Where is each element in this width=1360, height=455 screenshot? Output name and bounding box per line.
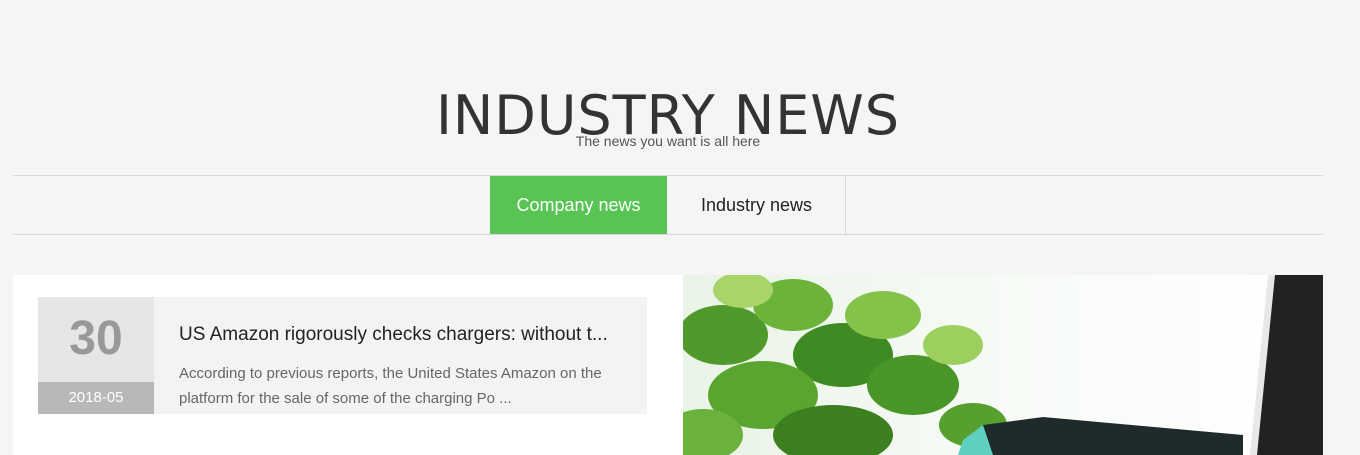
news-item[interactable]: 30 2018-05 US Amazon rigorously checks c… bbox=[38, 297, 647, 414]
news-day: 30 bbox=[69, 312, 123, 365]
tab-company-news[interactable]: Company news bbox=[490, 176, 667, 234]
news-featured-image[interactable] bbox=[683, 275, 1323, 455]
news-list-panel: 30 2018-05 US Amazon rigorously checks c… bbox=[13, 275, 683, 455]
tab-industry-news[interactable]: Industry news bbox=[668, 176, 846, 234]
news-date-box: 30 2018-05 bbox=[38, 297, 154, 414]
page-subtitle: The news you want is all here bbox=[575, 133, 761, 149]
news-title[interactable]: US Amazon rigorously checks chargers: wi… bbox=[179, 324, 624, 346]
news-excerpt: According to previous reports, the Unite… bbox=[179, 365, 602, 407]
news-year-month: 2018-05 bbox=[38, 382, 154, 414]
news-tab-bar: Company news Industry news bbox=[13, 175, 1323, 235]
